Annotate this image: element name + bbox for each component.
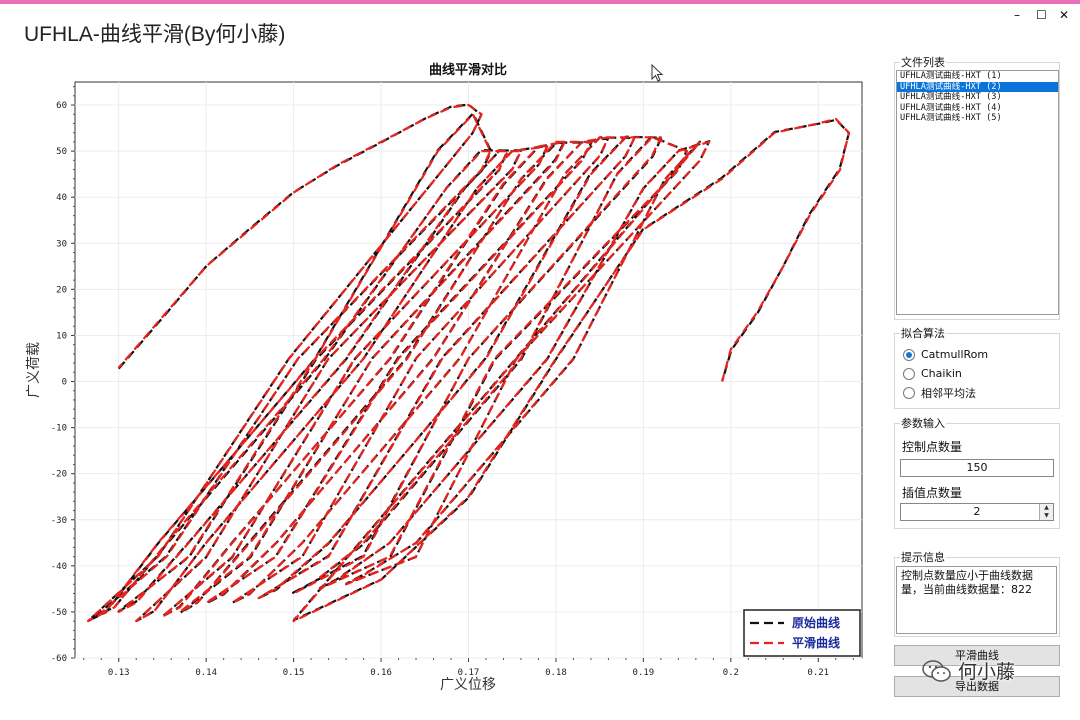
hint-textbox[interactable]: 控制点数量应小于曲线数据量，当前曲线数据量：822 [896,566,1057,634]
chart-title: 曲线平滑对比 [429,62,507,78]
y-tick-label: -30 [51,516,67,526]
interp-points-value: 2 [973,505,981,518]
radio-moving-average[interactable]: 相邻平均法 [903,385,976,401]
y-tick-label: -10 [51,424,67,434]
file-list-item-selected[interactable]: UFHLA测试曲线-HXT (2) [897,81,1058,92]
params-label: 参数输入 [900,415,946,431]
params-group: 参数输入 控制点数量 150 插值点数量 2 ▲ ▼ [894,415,1060,529]
y-tick-label: 0 [62,378,67,388]
algorithm-group: 拟合算法 CatmullRom Chaikin 相邻平均法 [894,325,1060,409]
control-points-input[interactable]: 150 [900,459,1054,477]
control-points-label: 控制点数量 [902,440,963,454]
close-button[interactable]: ✕ [1059,8,1069,22]
x-tick-label: 0.21 [807,668,829,678]
y-tick-label: -60 [51,654,67,664]
wechat-icon [922,659,951,682]
radio-chaikin[interactable]: Chaikin [903,367,962,380]
y-tick-label: 30 [56,239,67,249]
file-list-item[interactable]: UFHLA测试曲线-HXT (5) [897,113,1058,124]
y-axis-label: 广义荷载 [26,342,42,398]
x-tick-label: 0.13 [108,668,130,678]
stepper-down-icon[interactable]: ▼ [1040,512,1053,520]
stepper-buttons[interactable]: ▲ ▼ [1039,504,1053,520]
watermark: 何小藤 [922,657,1015,684]
file-list-item[interactable]: UFHLA测试曲线-HXT (1) [897,71,1058,82]
x-tick-label: 0.18 [545,668,567,678]
file-list-item[interactable]: UFHLA测试曲线-HXT (4) [897,103,1058,114]
stepper-up-icon[interactable]: ▲ [1040,504,1053,512]
file-list-item[interactable]: UFHLA测试曲线-HXT (3) [897,92,1058,103]
radio-label: CatmullRom [921,348,989,361]
hint-label: 提示信息 [900,549,946,565]
watermark-text: 何小藤 [958,661,1016,683]
x-tick-label: 0.19 [633,668,655,678]
maximize-button[interactable]: ☐ [1036,8,1047,22]
y-tick-label: -20 [51,470,67,480]
minimize-button[interactable]: – [1014,8,1020,22]
legend-label-smoothed: 平滑曲线 [792,635,840,650]
chart-legend: 原始曲线 平滑曲线 [743,609,861,657]
y-tick-label: -40 [51,562,67,572]
radio-label: 相邻平均法 [921,387,976,400]
x-tick-label: 0.15 [283,668,305,678]
window-title: UFHLA-曲线平滑(By何小藤) [24,23,286,46]
y-tick-label: 40 [56,193,67,203]
chart-panel: 60 50 40 30 20 10 0 -10 -20 -30 -40 -50 -60 0.13 0.14… [0,52,880,720]
radio-catmullrom[interactable]: CatmullRom [903,348,988,361]
radio-label: Chaikin [921,367,962,380]
y-tick-label: 10 [56,331,67,341]
x-tick-label: 0.14 [195,668,217,678]
legend-label-original: 原始曲线 [792,615,840,630]
interp-points-label: 插值点数量 [902,486,963,500]
y-tick-label: -50 [51,608,67,618]
x-axis-label: 广义位移 [440,677,496,693]
x-tick-label: 0.16 [370,668,392,678]
file-list-group: 文件列表 UFHLA测试曲线-HXT (1) UFHLA测试曲线-HXT (2)… [894,54,1060,320]
radio-unselected-icon [903,367,915,380]
hint-group: 提示信息 控制点数量应小于曲线数据量，当前曲线数据量：822 [894,549,1060,637]
curve-chart: 60 50 40 30 20 10 0 -10 -20 -30 -40 -50 -60 0.13 0.14… [26,62,863,693]
algorithm-label: 拟合算法 [900,325,946,341]
radio-unselected-icon [903,387,915,399]
y-tick-label: 20 [56,285,67,295]
y-tick-label: 50 [56,147,67,157]
file-listbox[interactable]: UFHLA测试曲线-HXT (1) UFHLA测试曲线-HXT (2) UFHL… [896,70,1059,315]
x-tick-label: 0.2 [723,668,739,678]
file-list-label: 文件列表 [900,54,946,70]
y-tick-label: 60 [56,101,67,111]
interp-points-stepper[interactable]: 2 ▲ ▼ [900,503,1054,521]
mouse-cursor-icon [651,64,664,82]
window-top-accent [0,0,1080,4]
radio-selected-icon [903,348,915,361]
